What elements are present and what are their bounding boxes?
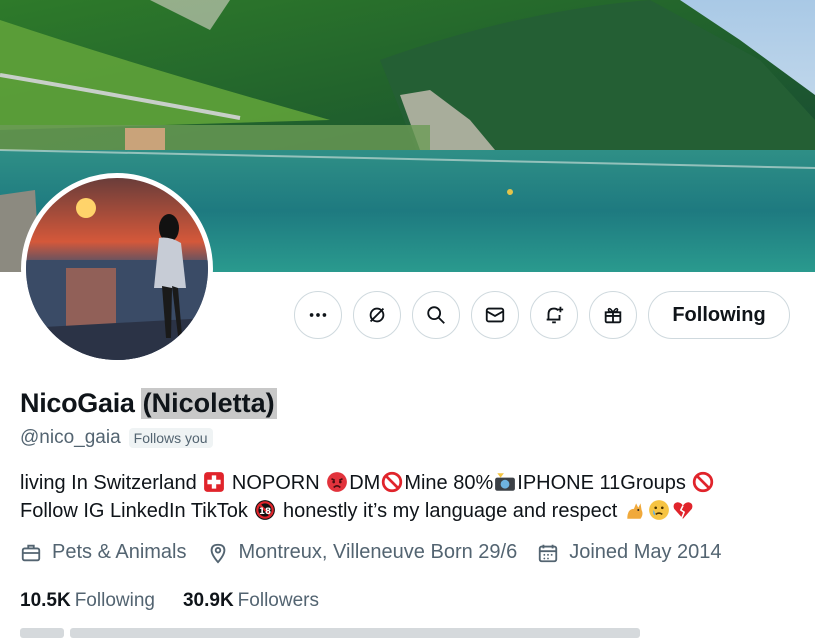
bio-text: honestly it’s my language and respect — [277, 500, 623, 522]
profile-name-row: NicoGaia (Nicoletta) — [20, 388, 277, 419]
briefcase-icon — [21, 544, 41, 561]
bio-text: NOPORN — [226, 472, 326, 494]
bio-line-2: Follow IG LinkedIn TikTok 18 honestly it… — [20, 497, 760, 525]
message-button[interactable] — [471, 291, 519, 339]
following-label: Following — [74, 590, 155, 611]
notifications-button[interactable] — [530, 291, 578, 339]
location-label: Montreux, Villeneuve Born 29/6 — [238, 541, 518, 563]
broken-heart-icon — [673, 502, 693, 519]
prohibited-icon — [382, 471, 403, 493]
followers-label: Followers — [237, 590, 319, 611]
camera-flash-icon — [495, 473, 516, 491]
follows-you-badge: Follows you — [128, 428, 213, 448]
calendar-icon — [539, 544, 558, 562]
display-name: NicoGaia — [20, 388, 135, 418]
location-item: Montreux, Villeneuve Born 29/6 — [207, 541, 518, 564]
handle-row: @nico_gaia Follows you — [20, 427, 213, 449]
profile-avatar[interactable] — [21, 173, 213, 365]
more-button[interactable] — [294, 291, 342, 339]
profile-meta: Pets & Animals Montreux, Villeneuve Born… — [20, 541, 722, 564]
category-label: Pets & Animals — [52, 541, 187, 563]
bio-text: Follow IG LinkedIn TikTok — [20, 500, 254, 522]
bio-text: IPHONE 11Groups — [517, 472, 692, 494]
bio-line-1: living In Switzerland NOPORN DM Mine 80% I… — [20, 469, 760, 497]
joined-label: Joined May 2014 — [569, 541, 722, 563]
search-icon — [427, 306, 445, 324]
following-link[interactable]: 10.5K Following — [20, 590, 155, 612]
profile-bio: living In Switzerland NOPORN DM Mine 80% I… — [20, 469, 760, 525]
cat-icon — [627, 503, 643, 519]
mutual-followers-text-cropped — [70, 628, 640, 638]
display-name-nickname: (Nicoletta) — [140, 388, 277, 419]
gift-button[interactable] — [589, 291, 637, 339]
followers-link[interactable]: 30.9K Followers — [183, 590, 319, 612]
gift-icon — [604, 307, 622, 324]
user-handle: @nico_gaia — [20, 427, 121, 448]
followers-count: 30.9K — [182, 590, 234, 611]
following-count: 10.5K — [20, 590, 71, 611]
message-icon — [485, 307, 505, 323]
joined-item: Joined May 2014 — [537, 541, 722, 564]
category-item: Pets & Animals — [20, 541, 187, 564]
prohibited-icon — [693, 471, 714, 493]
bio-text: DM — [349, 472, 381, 494]
notification-bell-icon — [546, 306, 564, 324]
grok-button[interactable] — [353, 291, 401, 339]
mutual-avatars — [20, 628, 64, 638]
angry-face-icon — [327, 472, 348, 492]
svg-text:18: 18 — [259, 507, 271, 517]
bio-text: living In Switzerland — [20, 472, 203, 494]
more-icon — [309, 313, 327, 317]
no-one-under-18-icon: 18 — [255, 500, 276, 520]
search-button[interactable] — [412, 291, 460, 339]
followers-you-know-preview[interactable] — [20, 628, 640, 638]
location-pin-icon — [210, 543, 225, 564]
grok-icon — [369, 307, 385, 323]
following-button[interactable]: Following — [648, 291, 790, 339]
profile-actions: Following — [294, 290, 790, 340]
follow-stats: 10.5K Following 30.9K Followers — [20, 590, 319, 612]
swiss-flag-icon — [204, 472, 225, 492]
bio-text: Mine 80% — [404, 472, 494, 494]
crying-face-icon — [648, 500, 669, 520]
